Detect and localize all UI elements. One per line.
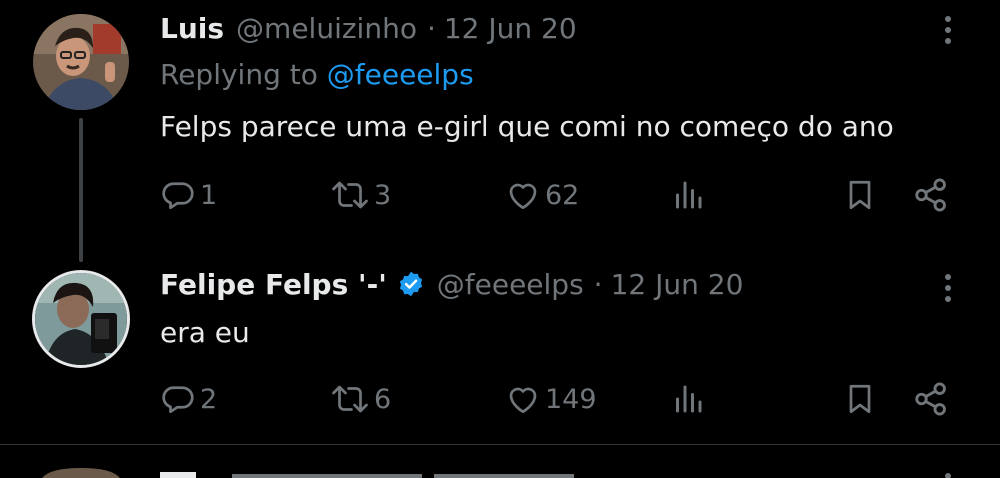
like-icon: [509, 183, 537, 210]
tweet-text: Felps parece uma e-girl que comi no come…: [160, 110, 894, 143]
like-button[interactable]: 149: [505, 377, 597, 421]
bookmark-icon: [849, 180, 871, 210]
like-button[interactable]: 62: [505, 173, 579, 217]
tweet-divider: [0, 444, 1000, 445]
views-button[interactable]: [670, 173, 706, 217]
tweet-text: era eu: [160, 316, 250, 349]
share-icon: [915, 382, 946, 416]
bookmark-button[interactable]: [842, 377, 878, 421]
tweet-actions: 2 6 149: [0, 377, 1000, 421]
retweet-icon: [332, 385, 368, 413]
replying-to-label: Replying to: [160, 58, 318, 91]
like-count: 149: [545, 383, 597, 415]
like-icon: [509, 387, 537, 414]
more-icon: [945, 274, 951, 280]
retweet-count: 6: [374, 383, 392, 415]
share-button[interactable]: [912, 173, 950, 217]
tweet-luis[interactable]: Luis @meluizinho · 12 Jun 20 Replying to…: [0, 0, 1000, 262]
tweet-date[interactable]: 12 Jun 20: [611, 268, 744, 301]
next-tweet-partial[interactable]: [0, 462, 1000, 478]
more-options-button[interactable]: [932, 10, 964, 50]
retweet-button[interactable]: 6: [330, 377, 391, 421]
bookmark-icon: [849, 384, 871, 414]
tweet-date[interactable]: 12 Jun 20: [444, 12, 577, 45]
replying-to-line: Replying to @feeeelps: [160, 58, 474, 91]
more-options-button[interactable]: [932, 268, 964, 308]
reply-button[interactable]: 1: [160, 173, 217, 217]
more-icon: [945, 16, 951, 22]
display-name[interactable]: Felipe Felps '-': [160, 268, 387, 301]
share-button[interactable]: [912, 377, 950, 421]
verified-badge-icon: [397, 270, 425, 298]
bookmark-button[interactable]: [842, 173, 878, 217]
views-button[interactable]: [670, 377, 706, 421]
avatar-luis[interactable]: [33, 14, 129, 110]
tweet-header: Luis @meluizinho · 12 Jun 20: [160, 10, 577, 46]
retweet-icon: [332, 181, 368, 209]
retweet-button[interactable]: 3: [330, 173, 391, 217]
tweet-actions: 1 3 62: [0, 173, 1000, 217]
share-icon: [915, 178, 946, 212]
separator-dot: ·: [593, 267, 603, 301]
tweet-header: Felipe Felps '-' @feeeelps · 12 Jun 20: [160, 266, 743, 302]
retweet-count: 3: [374, 179, 392, 211]
user-handle[interactable]: @meluizinho: [236, 12, 417, 45]
reply-button[interactable]: 2: [160, 377, 217, 421]
reply-count: 1: [200, 179, 218, 211]
replying-to-mention[interactable]: @feeeelps: [327, 58, 474, 91]
avatar-felps[interactable]: [32, 270, 130, 368]
views-icon: [676, 385, 702, 413]
reply-count: 2: [200, 383, 218, 415]
display-name[interactable]: Luis: [160, 12, 224, 45]
like-count: 62: [545, 179, 580, 211]
reply-icon: [162, 182, 194, 210]
reply-icon: [162, 386, 194, 414]
user-handle[interactable]: @feeeelps: [437, 268, 584, 301]
tweet-felps[interactable]: Felipe Felps '-' @feeeelps · 12 Jun 20 e…: [0, 240, 1000, 444]
views-icon: [676, 181, 702, 209]
separator-dot: ·: [426, 11, 436, 45]
